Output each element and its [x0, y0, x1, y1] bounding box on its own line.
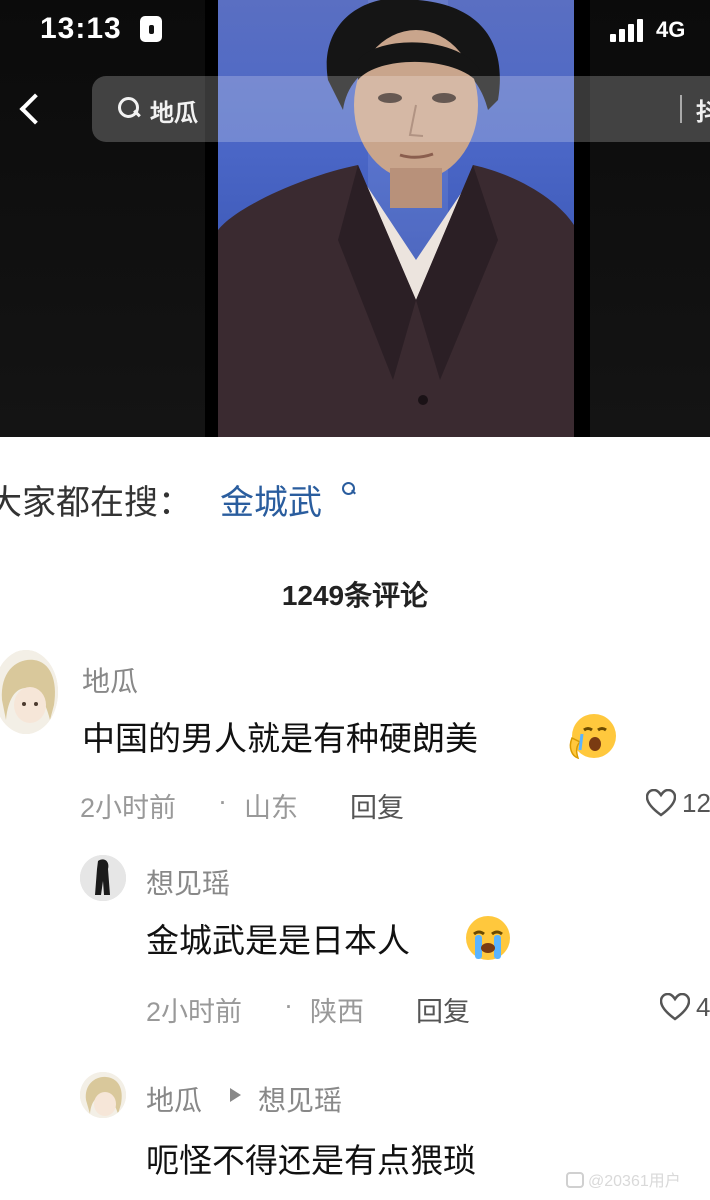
heart-icon[interactable] [660, 993, 690, 1021]
avatar[interactable] [80, 855, 126, 901]
meta-separator: · [218, 786, 227, 816]
reply-button[interactable]: 回复 [350, 786, 404, 825]
search-icon [342, 482, 355, 495]
like-count: 4 [696, 992, 710, 1022]
comment-text: 中国的男人就是有种硬朗美 [82, 720, 478, 757]
featured-photo[interactable] [218, 0, 574, 437]
lock-icon [140, 16, 162, 42]
search-icon [118, 97, 140, 119]
watermark: @20361用户 [566, 1167, 681, 1191]
comment-time: 2小时前 [80, 793, 177, 823]
reply-username[interactable]: 地瓜 [146, 1079, 202, 1119]
reply-text: 金城武是是日本人 [146, 922, 410, 959]
avatar[interactable] [0, 650, 58, 734]
comment-username[interactable]: 地瓜 [82, 660, 138, 700]
signal-icon [610, 18, 650, 42]
like-count: 12 [682, 788, 710, 818]
comment-count-header: 1249条评论 [281, 580, 429, 611]
reply-to-username[interactable]: 想见瑶 [258, 1079, 342, 1119]
everyone-searching-label: 大家都在搜： [0, 484, 192, 522]
reply-button[interactable]: 回复 [416, 990, 470, 1029]
heart-icon[interactable] [646, 789, 676, 817]
comment-location: 山东 [244, 793, 298, 823]
meta-separator: · [284, 990, 293, 1020]
loudly-crying-face-emoji-icon [466, 916, 510, 960]
reply-time: 2小时前 [146, 997, 243, 1027]
reply-location: 陕西 [310, 997, 364, 1027]
avatar[interactable] [80, 1072, 126, 1118]
status-time: 13:13 [40, 12, 122, 45]
avatar-illustration [0, 650, 58, 734]
avatar-illustration [80, 1072, 126, 1118]
search-divider [680, 95, 682, 123]
media-side-right [590, 0, 710, 437]
portrait-illustration [218, 0, 574, 437]
back-arrow-icon[interactable] [10, 88, 50, 132]
media-area: 13:13 4G 地瓜 抖 [0, 0, 710, 437]
network-type: 4G [656, 17, 686, 42]
reply-text: 呃怪不得还是有点猥琐 [146, 1142, 476, 1179]
search-query[interactable]: 地瓜 [150, 93, 198, 128]
crying-face-emoji-icon [569, 714, 616, 760]
search-action-button[interactable]: 抖 [696, 92, 710, 127]
media-side-left [0, 0, 205, 437]
trending-search-link[interactable]: 金城武 [220, 475, 322, 524]
reply-arrow-icon [230, 1088, 241, 1102]
watermark-text: @20361用户 [588, 1173, 681, 1190]
reply-username[interactable]: 想见瑶 [146, 862, 230, 902]
avatar-illustration [80, 855, 126, 901]
weibo-logo-icon [566, 1172, 584, 1188]
